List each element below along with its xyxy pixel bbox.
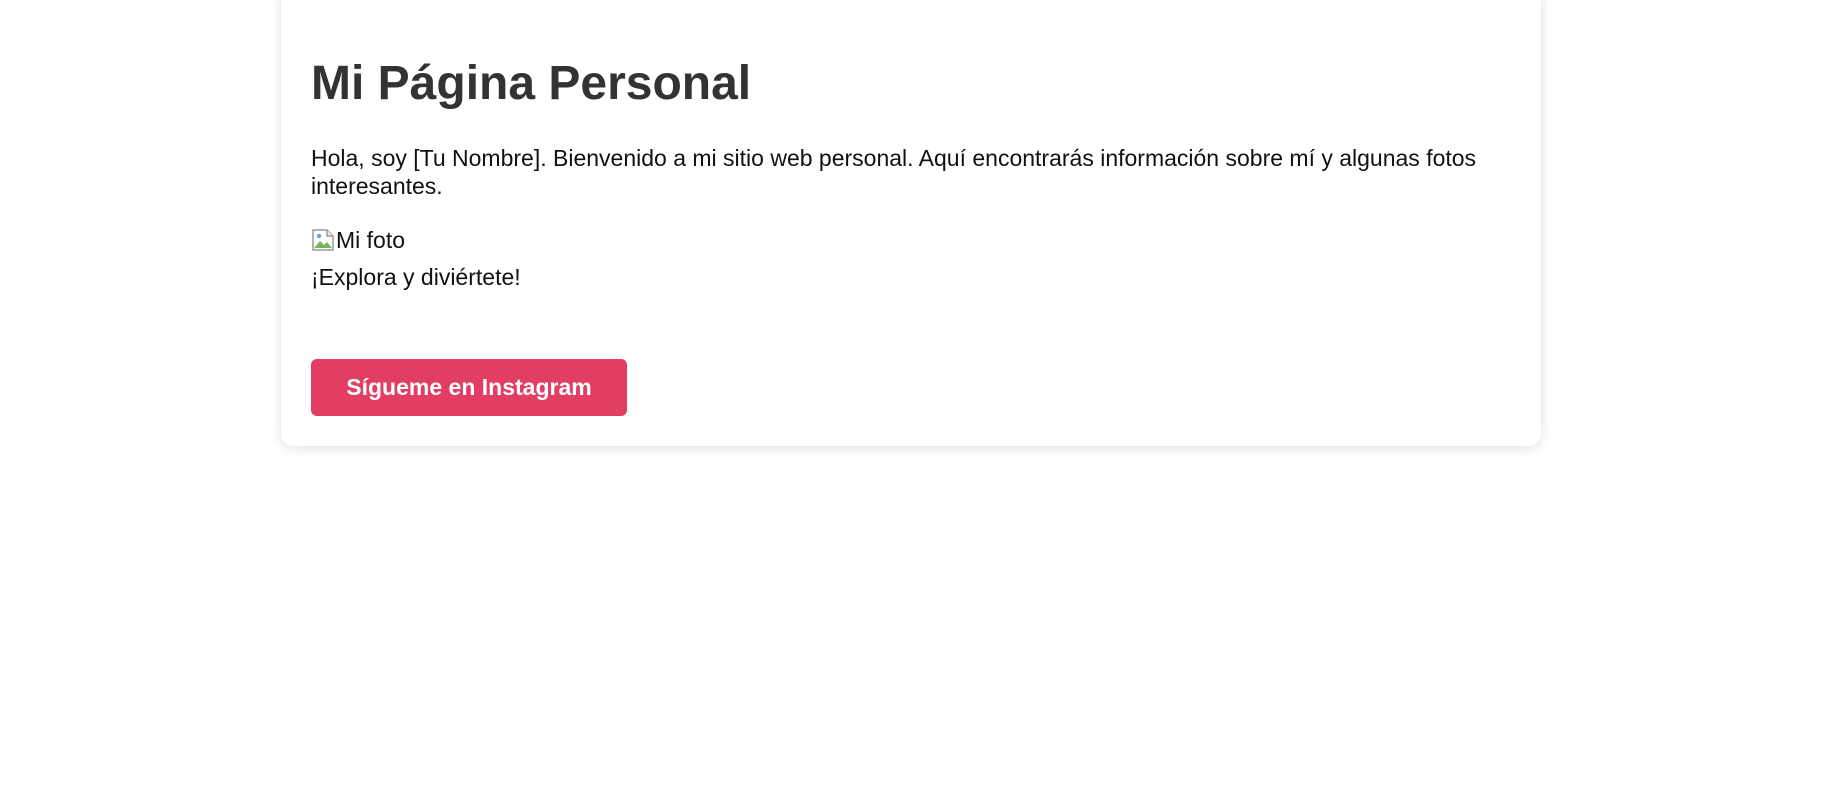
page-title: Mi Página Personal — [311, 57, 752, 110]
broken-image-icon — [311, 228, 335, 252]
intro-paragraph: Hola, soy [Tu Nombre]. Bienvenido a mi s… — [311, 145, 1477, 199]
instagram-follow-button[interactable]: Sígueme en Instagram — [311, 359, 627, 416]
explore-text: ¡Explora y diviértete! — [311, 264, 521, 290]
profile-photo: Mi foto — [311, 226, 405, 254]
photo-alt-text: Mi foto — [336, 227, 406, 253]
